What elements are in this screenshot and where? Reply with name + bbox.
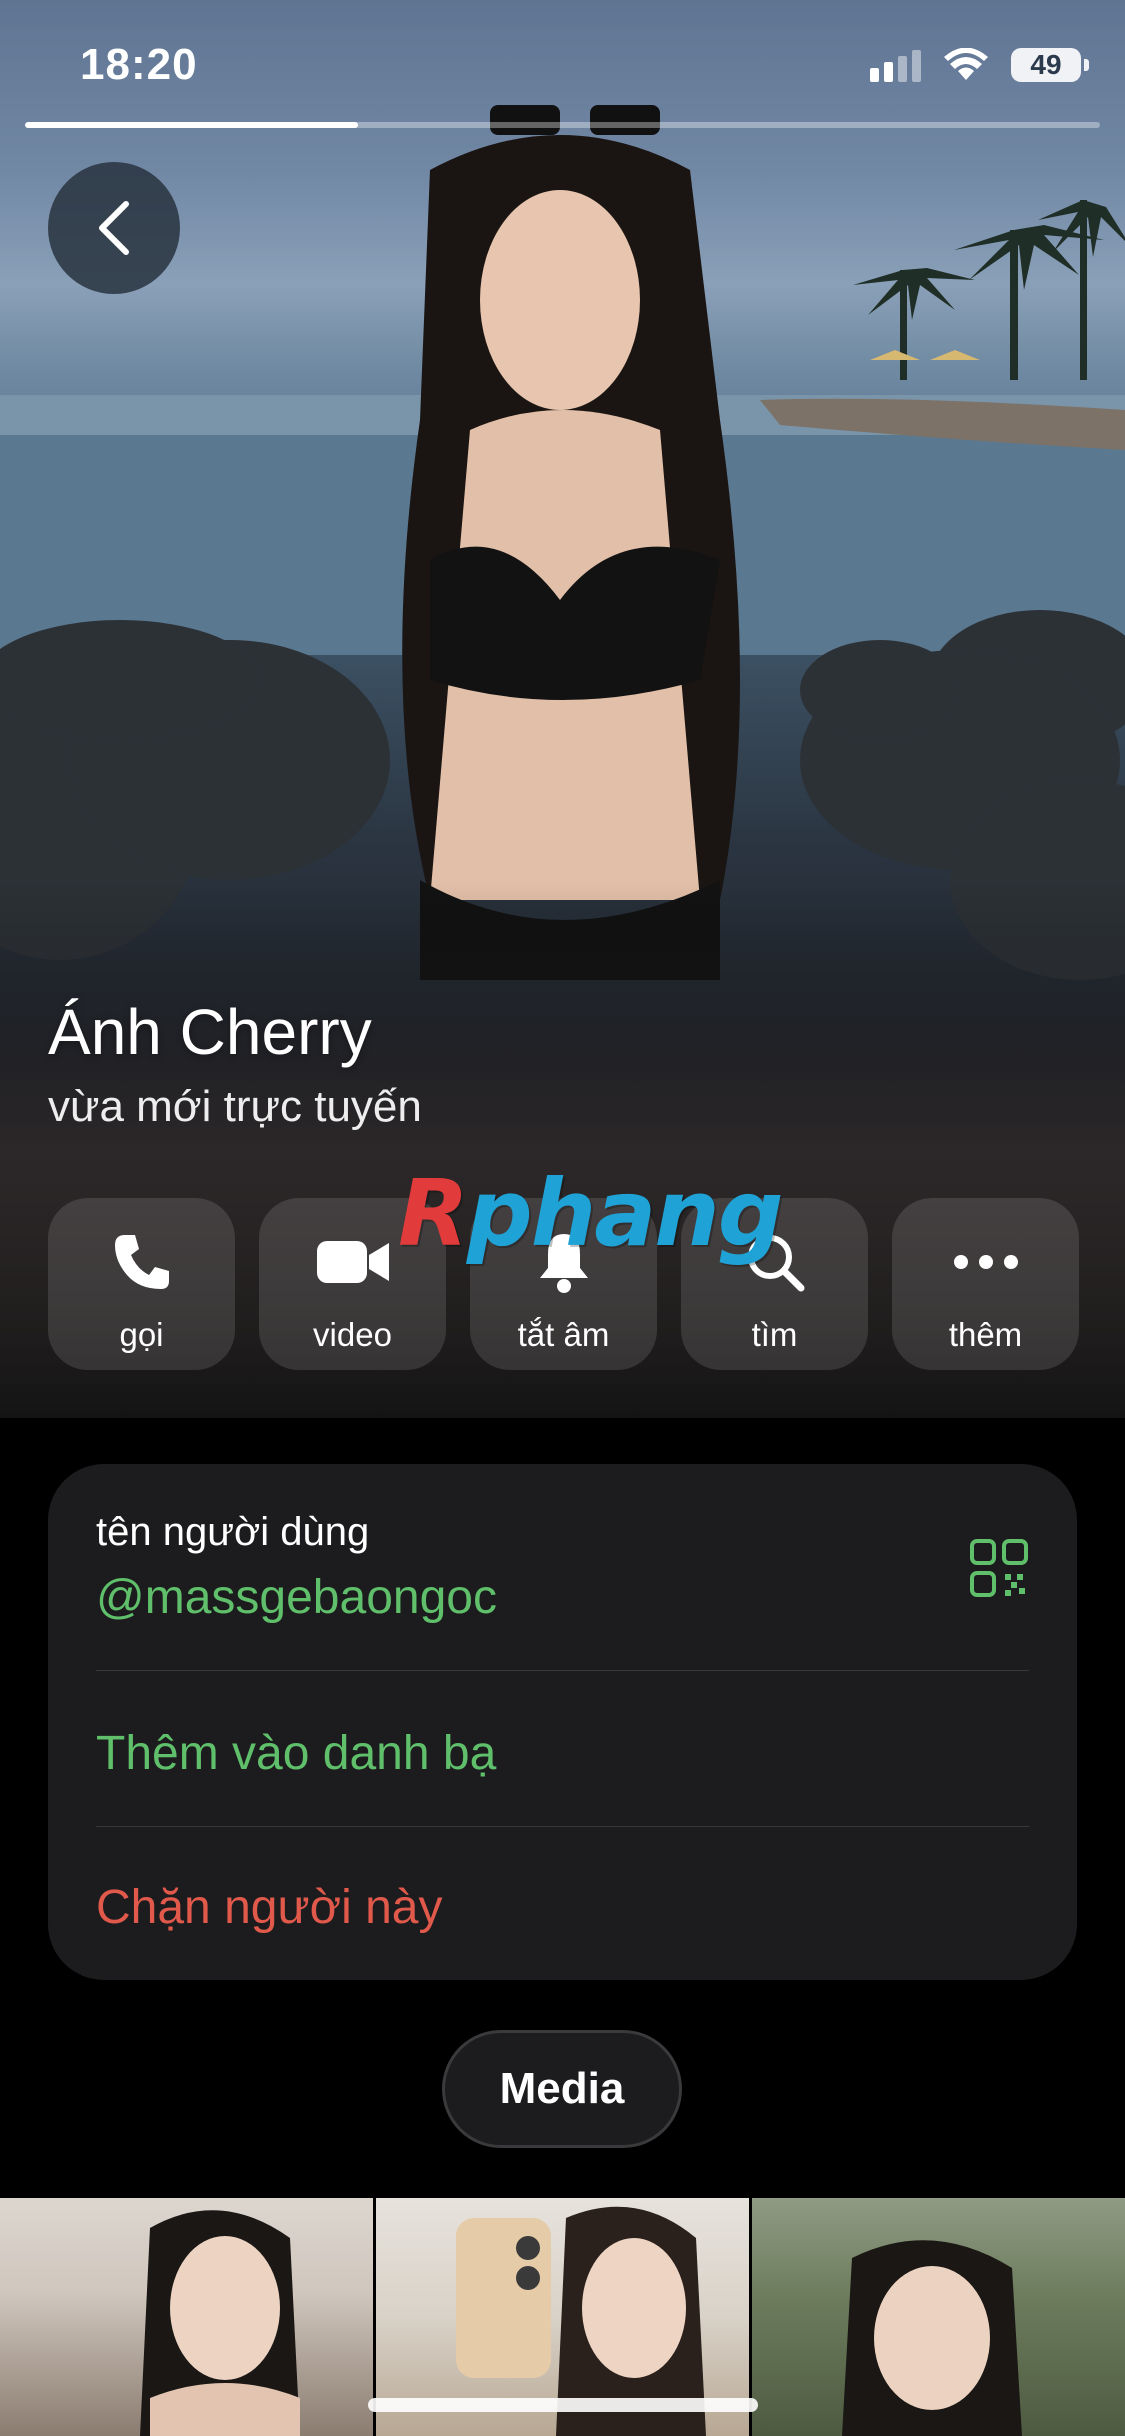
media-thumbnail-image — [140, 2210, 300, 2436]
ellipsis-icon — [953, 1255, 1018, 1269]
divider — [96, 1826, 1029, 1827]
username-label: tên người dùng — [96, 1510, 370, 1554]
more-label: thêm — [948, 1316, 1023, 1353]
battery-level: 49 — [1030, 49, 1062, 80]
qr-code-icon[interactable] — [969, 1538, 1029, 1598]
watermark-logo: Rphang — [398, 1160, 784, 1267]
block-user-button[interactable]: Chặn người này — [96, 1880, 1029, 1935]
video-label: video — [313, 1316, 392, 1353]
media-thumbnail[interactable] — [0, 2198, 373, 2436]
add-to-contacts-button[interactable]: Thêm vào danh bạ — [96, 1726, 1029, 1781]
chevron-left-icon — [99, 201, 129, 255]
status-icons: 49 — [870, 48, 1089, 82]
phone-icon — [114, 1235, 169, 1289]
video-camera-icon — [316, 1241, 389, 1283]
call-label: gọi — [119, 1316, 164, 1353]
more-button[interactable]: thêm — [892, 1198, 1079, 1370]
status-bar: 18:20 49 — [0, 0, 1125, 130]
profile-status: vừa mới trực tuyến — [48, 1082, 422, 1131]
profile-name: Ánh Cherry — [48, 996, 372, 1068]
home-indicator[interactable] — [368, 2398, 758, 2412]
story-progress-bar — [25, 122, 1100, 128]
divider — [96, 1670, 1029, 1671]
story-progress-fill — [25, 122, 359, 128]
mute-label: tắt âm — [517, 1316, 610, 1353]
username-value[interactable]: @massgebaongoc — [96, 1570, 1029, 1625]
search-label: tìm — [751, 1316, 798, 1353]
wifi-icon — [944, 48, 988, 80]
status-time: 18:20 — [80, 40, 198, 89]
battery-icon: 49 — [1011, 48, 1089, 82]
media-tab[interactable]: Media — [442, 2030, 682, 2148]
media-thumbnail-image — [842, 2240, 1022, 2436]
back-button[interactable] — [48, 162, 180, 294]
profile-photo-header: 18:20 49 Ánh Cherry vừa mới trực tuyến g… — [0, 0, 1125, 1418]
profile-info-card: tên người dùng @massgebaongoc Thêm vào d… — [48, 1464, 1077, 1980]
call-button[interactable]: gọi — [48, 1198, 235, 1370]
cellular-signal-icon — [870, 48, 921, 82]
media-thumbnail[interactable] — [752, 2198, 1125, 2436]
